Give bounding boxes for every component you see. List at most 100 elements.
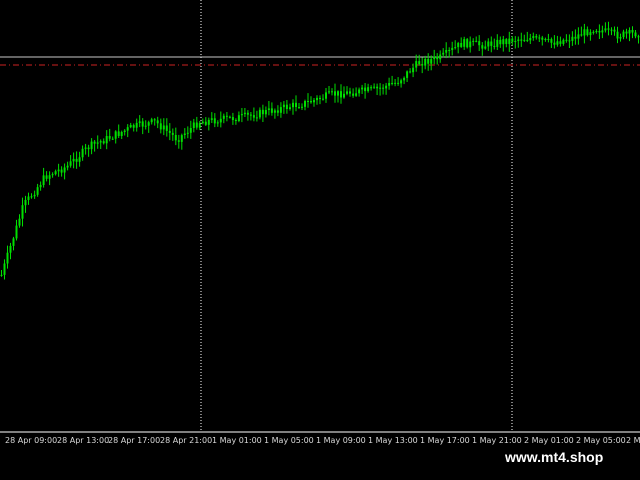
candle-body [592, 31, 595, 33]
candle-body [334, 91, 336, 96]
candle-body [165, 125, 168, 131]
candle-body [231, 117, 234, 120]
candle-body [397, 82, 400, 84]
candle-body [559, 41, 562, 44]
candle-body [574, 36, 577, 39]
chart-window[interactable]: 28 Apr 09:00 28 Apr 13:00 28 Apr 17:00 2… [0, 0, 640, 480]
candle-body [379, 87, 382, 89]
candle-body [150, 119, 153, 123]
candle-body [195, 122, 198, 128]
candle-body [180, 135, 183, 142]
candle-body [15, 225, 18, 239]
candle-body [285, 104, 288, 109]
candle-body [210, 118, 213, 120]
candle-body [607, 28, 610, 30]
candle-body [583, 29, 586, 36]
candle-body [556, 41, 559, 45]
candle-body [598, 31, 601, 33]
time-label: 1 May 09:00 [316, 436, 366, 445]
candle-body [99, 141, 102, 143]
candle-body [240, 114, 243, 116]
candle-body [289, 107, 291, 109]
candle-body [490, 41, 493, 46]
candle-body [430, 59, 433, 64]
candle-body [51, 174, 54, 176]
candle-body [72, 158, 75, 162]
candle-body [400, 80, 403, 84]
candle-body [313, 100, 315, 103]
candle-body [526, 39, 529, 41]
candle-body [33, 194, 36, 197]
candle-body [415, 61, 418, 68]
time-label: 2 May 01:00 [524, 436, 574, 445]
candle-body [216, 122, 219, 124]
candle-body [228, 116, 231, 118]
candle-body [460, 43, 463, 47]
candle-body [120, 132, 123, 136]
candle-body [478, 41, 481, 46]
candle-body [219, 118, 222, 123]
candle-body [463, 39, 466, 47]
candle-body [276, 110, 279, 113]
candle-body [174, 135, 177, 141]
candle-body [493, 45, 496, 47]
candle-body [138, 121, 141, 123]
candle-body [385, 85, 388, 89]
candle-body [406, 71, 409, 78]
candle-body [625, 31, 628, 34]
candle-body [529, 38, 532, 41]
candle-body [177, 140, 180, 142]
price-chart[interactable]: 28 Apr 09:00 28 Apr 13:00 28 Apr 17:00 2… [0, 0, 640, 480]
candle-body [279, 107, 282, 113]
candle-body [75, 158, 78, 162]
candle-body [433, 56, 436, 60]
candle-body [162, 125, 165, 130]
candle-body [255, 117, 258, 119]
time-label: 28 Apr 09:00 [5, 436, 57, 445]
candle-body [502, 39, 505, 45]
candle-body [349, 91, 351, 94]
candle-body [454, 47, 457, 49]
candle-body [319, 97, 321, 99]
candle-body [295, 102, 297, 107]
candle-body [481, 45, 484, 49]
candle-body [532, 36, 535, 38]
candle-body [403, 77, 406, 81]
candle-body [373, 86, 376, 88]
candle-body [517, 39, 520, 41]
time-label: 28 Apr 17:00 [108, 436, 160, 445]
candle-body [282, 104, 285, 108]
candle-body [186, 132, 189, 134]
candle-body [310, 101, 312, 103]
time-label: 2 M [626, 436, 640, 445]
candle-body [364, 87, 367, 92]
candle-body [57, 169, 60, 172]
candle-body [475, 40, 478, 42]
candle-body [144, 125, 147, 127]
candle-body [457, 43, 460, 48]
candle-body [514, 41, 517, 42]
candle-body [3, 263, 6, 275]
candle-body [550, 39, 553, 43]
candle-body [39, 185, 42, 188]
candle-body [9, 245, 12, 253]
candle-body [198, 123, 201, 128]
candle-body [54, 171, 57, 175]
candle-body [126, 127, 129, 131]
candle-body [619, 37, 622, 39]
candle-body [264, 110, 267, 115]
candle-body [634, 32, 637, 37]
candle-body [469, 41, 472, 48]
candle-body [484, 46, 487, 49]
candle-body [604, 28, 607, 31]
candle-body [30, 196, 33, 198]
candle-body [367, 87, 370, 92]
candle-body [355, 93, 358, 96]
candle-body [346, 91, 348, 94]
candle-body [21, 205, 24, 219]
candle-body [370, 87, 373, 89]
candle-body [391, 83, 394, 84]
candle-body [544, 39, 547, 40]
candle-body [159, 123, 162, 130]
candle-body [108, 136, 111, 139]
